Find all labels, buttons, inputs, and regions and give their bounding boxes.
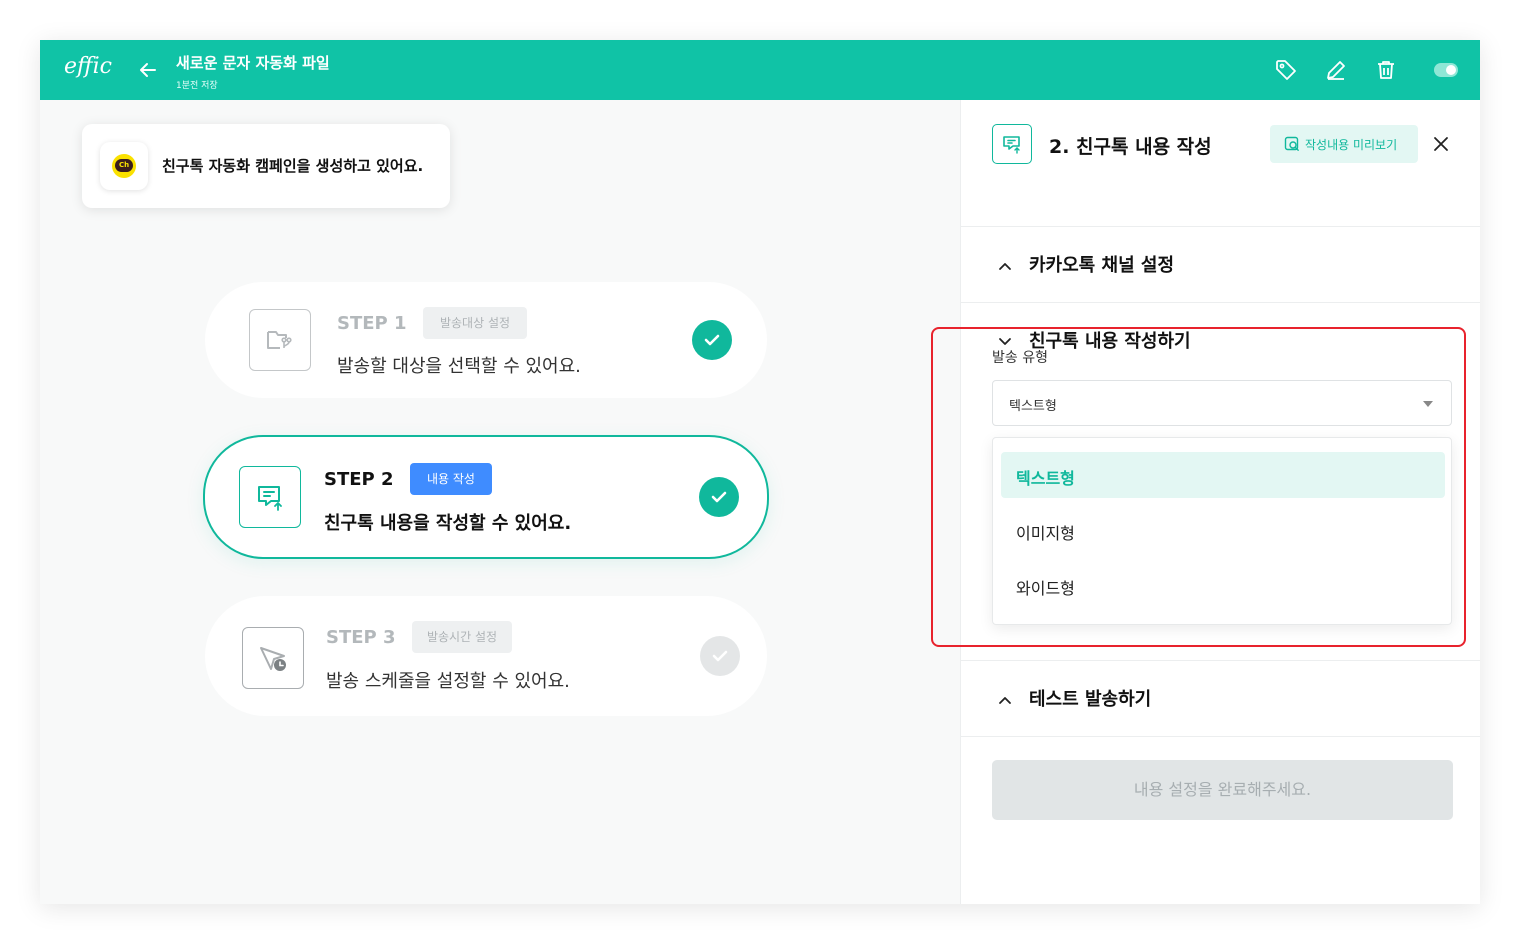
panel-divider <box>961 736 1480 737</box>
message-edit-icon <box>992 124 1032 164</box>
step-card-1[interactable]: STEP 1 발송대상 설정 발송할 대상을 선택할 수 있어요. <box>205 282 767 398</box>
step-1-chip: 발송대상 설정 <box>423 307 527 339</box>
send-type-value: 텍스트형 <box>1009 399 1057 414</box>
section-test-send[interactable]: 테스트 발송하기 <box>961 668 1480 728</box>
kakao-channel-badge: Ch <box>100 142 148 190</box>
kakao-channel-icon: Ch <box>112 154 136 178</box>
caret-down-icon <box>1423 401 1433 407</box>
status-toast: Ch 친구톡 자동화 캠페인을 생성하고 있어요. <box>82 124 450 208</box>
panel-divider <box>961 660 1480 661</box>
target-folder-icon <box>249 309 311 371</box>
chevron-up-icon <box>999 697 1011 704</box>
message-edit-icon <box>239 466 301 528</box>
option-wide-type[interactable]: 와이드형 <box>1001 562 1445 608</box>
back-arrow-icon[interactable] <box>136 58 160 82</box>
send-type-label: 발송 유형 <box>992 350 1048 366</box>
step-3-chip: 발송시간 설정 <box>412 621 512 653</box>
step-1-label: STEP 1 <box>337 313 407 334</box>
section-channel-settings[interactable]: 카카오톡 채널 설정 <box>961 234 1480 294</box>
preview-label: 작성내용 미리보기 <box>1305 138 1398 152</box>
option-text-type[interactable]: 텍스트형 <box>1001 452 1445 498</box>
effic-logo[interactable]: effic <box>64 54 112 79</box>
tag-icon[interactable] <box>1274 58 1298 82</box>
step-card-3[interactable]: STEP 3 발송시간 설정 발송 스케줄을 설정할 수 있어요. <box>205 596 767 716</box>
toast-message: 친구톡 자동화 캠페인을 생성하고 있어요. <box>162 157 424 175</box>
active-toggle[interactable] <box>1434 63 1458 77</box>
step-3-description: 발송 스케줄을 설정할 수 있어요. <box>326 671 570 692</box>
send-type-dropdown: 텍스트형 이미지형 와이드형 <box>992 437 1452 625</box>
step-1-check-icon <box>692 320 732 360</box>
panel-divider <box>961 302 1480 303</box>
preview-icon <box>1284 136 1299 151</box>
section-content-label: 친구톡 내용 작성하기 <box>1029 331 1191 352</box>
panel-divider <box>961 226 1480 227</box>
chevron-up-icon <box>999 263 1011 270</box>
toggle-knob <box>1446 65 1456 75</box>
step-2-chip: 내용 작성 <box>410 463 492 495</box>
file-title[interactable]: 새로운 문자 자동화 파일 <box>176 52 330 73</box>
step-3-label: STEP 3 <box>326 627 396 648</box>
top-bar: effic 새로운 문자 자동화 파일 1분전 저장 <box>40 40 1480 100</box>
step-2-check-icon <box>699 477 739 517</box>
step-2-label: STEP 2 <box>324 469 394 490</box>
pencil-icon[interactable] <box>1324 58 1348 82</box>
step-1-description: 발송할 대상을 선택할 수 있어요. <box>337 356 581 377</box>
send-type-select[interactable]: 텍스트형 <box>992 380 1452 426</box>
save-status: 1분전 저장 <box>176 81 218 91</box>
option-image-type[interactable]: 이미지형 <box>1001 507 1445 553</box>
step-2-description: 친구톡 내용을 작성할 수 있어요. <box>324 513 572 534</box>
send-schedule-icon <box>242 627 304 689</box>
panel-title: 2. 친구톡 내용 작성 <box>1049 136 1212 158</box>
preview-button[interactable]: 작성내용 미리보기 <box>1270 125 1418 163</box>
section-channel-label: 카카오톡 채널 설정 <box>1029 255 1175 276</box>
complete-settings-button[interactable]: 내용 설정을 완료해주세요. <box>992 760 1453 820</box>
trash-icon[interactable] <box>1374 58 1398 82</box>
close-icon[interactable] <box>1430 133 1452 155</box>
step-3-check-icon <box>700 636 740 676</box>
step-card-2[interactable]: STEP 2 내용 작성 친구톡 내용을 작성할 수 있어요. <box>203 435 769 559</box>
section-test-label: 테스트 발송하기 <box>1029 689 1152 710</box>
